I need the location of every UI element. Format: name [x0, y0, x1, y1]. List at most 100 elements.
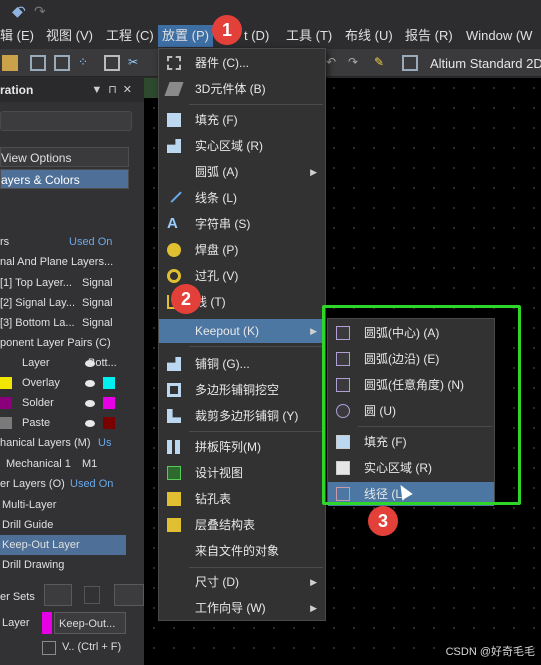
menu-item-pad[interactable]: 焊盘 (P)	[159, 238, 325, 262]
layer-row[interactable]: Mechanical 1 M1	[0, 454, 126, 474]
menu-item-solid-region[interactable]: 实心区域 (R)	[159, 134, 325, 158]
menu-item-drill-table[interactable]: 钻孔表	[159, 487, 325, 511]
menu-separator	[189, 104, 323, 105]
layers-colors-tab[interactable]: ayers & Colors	[0, 169, 129, 189]
redo-icon[interactable]: ↷	[34, 3, 46, 20]
menu-separator	[189, 346, 323, 347]
step-badge-3: 3	[368, 506, 398, 536]
layer-row[interactable]: Paste	[0, 413, 126, 433]
place-menu-dropdown: 器件 (C)... 3D元件体 (B) 填充 (F) 实心区域 (R) 圆弧 (…	[158, 48, 326, 621]
layer-group-component[interactable]: ponent Layer Pairs (C)	[0, 333, 126, 353]
menu-tools[interactable]: 工具 (T)	[286, 27, 332, 45]
cut-icon[interactable]: ✂	[128, 55, 144, 71]
submenu-arrow-icon: ▶	[310, 326, 317, 336]
watermark: CSDN @好奇毛毛	[445, 646, 535, 658]
save-icon[interactable]	[84, 586, 100, 604]
step-badge-2: 2	[171, 284, 201, 314]
layer-row[interactable]: [3] Bottom La... Signal	[0, 313, 126, 333]
menu-item-3d-body[interactable]: 3D元件体 (B)	[159, 77, 325, 101]
layer-row[interactable]: Solder	[0, 393, 126, 413]
layer-row[interactable]: [1] Top Layer... Signal	[0, 273, 126, 293]
view-checkbox[interactable]	[42, 641, 56, 655]
menu-item-design-view[interactable]: 设计视图	[159, 461, 325, 485]
menu-window[interactable]: Window (W	[466, 27, 532, 45]
undo-toolbar-icon[interactable]: ↶	[326, 55, 342, 71]
zoom-fit-icon[interactable]	[30, 55, 46, 71]
layer-row[interactable]: Layer Bott...	[0, 353, 126, 373]
menu-item-slice-polygon[interactable]: 裁剪多边形铺铜 (Y)	[159, 404, 325, 428]
view-profile-label[interactable]: Altium Standard 2D	[430, 56, 541, 71]
component-icon	[167, 56, 181, 70]
menu-view[interactable]: 视图 (V)	[46, 27, 93, 45]
menu-item-keepout[interactable]: Keepout (K) ▶	[159, 319, 325, 343]
zoom-area-icon[interactable]	[54, 55, 70, 71]
board-icon[interactable]	[2, 55, 18, 71]
move-icon[interactable]	[104, 55, 120, 71]
current-layer-select[interactable]: Keep-Out...	[54, 612, 126, 634]
pad-icon	[167, 243, 181, 257]
eye-icon[interactable]	[85, 420, 95, 427]
panel-title: ration	[0, 83, 34, 97]
menu-item-work-guides[interactable]: 工作向导 (W) ▶	[159, 596, 325, 620]
layer-row[interactable]: Drill Guide	[0, 515, 126, 535]
menu-item-component[interactable]: 器件 (C)...	[159, 51, 325, 75]
layers-header: rs Used On	[0, 236, 113, 248]
menu-item-line[interactable]: 线条 (L)	[159, 186, 325, 210]
menu-design[interactable]: t (D)	[244, 27, 269, 45]
panel-search-input[interactable]	[0, 111, 132, 131]
layer-row[interactable]: Multi-Layer	[0, 495, 126, 515]
eye-icon[interactable]	[85, 380, 95, 387]
color-swatch[interactable]	[103, 377, 115, 389]
3d-body-icon	[164, 82, 184, 96]
layer-group-other[interactable]: er Layers (O) Used On	[0, 474, 126, 494]
step-badge-1: 1	[212, 15, 242, 45]
layer-row[interactable]: Overlay	[0, 373, 126, 393]
layer-group-mechanical[interactable]: hanical Layers (M) Us	[0, 433, 126, 453]
color-swatch[interactable]	[103, 397, 115, 409]
polygon-cutout-icon	[167, 383, 181, 397]
text-icon: A	[167, 215, 178, 232]
menu-reports[interactable]: 报告 (R)	[405, 27, 453, 45]
add-layer-set-button[interactable]	[44, 584, 72, 606]
menu-project[interactable]: 工程 (C)	[106, 27, 154, 45]
select-icon[interactable]: ⁘	[78, 55, 94, 71]
menu-edit[interactable]: 辑 (E)	[0, 27, 34, 45]
panel-header-icons[interactable]: ▼⊓✕	[91, 83, 138, 96]
menu-item-polygon-cutout[interactable]: 多边形铺铜挖空	[159, 378, 325, 402]
menu-place[interactable]: 放置 (P)	[158, 25, 213, 47]
color-swatch[interactable]	[0, 377, 12, 389]
menu-item-layer-stack-table[interactable]: 层叠结构表	[159, 513, 325, 537]
undo-icon[interactable]: ↶	[14, 3, 26, 20]
layer-row[interactable]: Drill Drawing	[0, 555, 126, 575]
design-view-icon	[167, 466, 181, 480]
layer-row[interactable]: [2] Signal Lay... Signal	[0, 293, 126, 313]
view-checkbox-label: V.. (Ctrl + F)	[62, 641, 122, 653]
color-swatch[interactable]	[0, 397, 12, 409]
color-swatch[interactable]	[0, 417, 12, 429]
menu-item-object-from-file[interactable]: 来自文件的对象	[159, 539, 325, 563]
color-swatch[interactable]	[103, 417, 115, 429]
menu-separator	[189, 431, 323, 432]
polygon-pour-icon	[167, 357, 181, 371]
menu-route[interactable]: 布线 (U)	[345, 27, 393, 45]
array-icon	[167, 440, 181, 454]
menu-item-string[interactable]: A 字符串 (S)	[159, 212, 325, 236]
menu-item-fill[interactable]: 填充 (F)	[159, 108, 325, 132]
layer-set-more-button[interactable]	[114, 584, 144, 606]
menu-item-embedded-array[interactable]: 拼板阵列(M)	[159, 435, 325, 459]
highlight-box	[322, 305, 521, 505]
layer-group-signal[interactable]: nal And Plane Layers...	[0, 252, 126, 272]
view-options-tab[interactable]: View Options	[0, 147, 129, 167]
title-strip: ◆ ↶ ↷	[0, 0, 541, 22]
submenu-arrow-icon: ▶	[310, 577, 317, 587]
menu-item-arc[interactable]: 圆弧 (A) ▶	[159, 160, 325, 184]
submenu-arrow-icon: ▶	[310, 603, 317, 613]
menu-item-dimension[interactable]: 尺寸 (D) ▶	[159, 570, 325, 594]
wand-icon[interactable]: ✎	[374, 55, 390, 71]
menu-item-polygon-pour[interactable]: 铺铜 (G)...	[159, 352, 325, 376]
line-icon	[166, 187, 182, 203]
inspect-icon[interactable]	[402, 55, 418, 71]
redo-toolbar-icon[interactable]: ↷	[348, 55, 364, 71]
layer-row-selected[interactable]: Keep-Out Layer	[0, 535, 126, 555]
eye-icon[interactable]	[85, 400, 95, 407]
